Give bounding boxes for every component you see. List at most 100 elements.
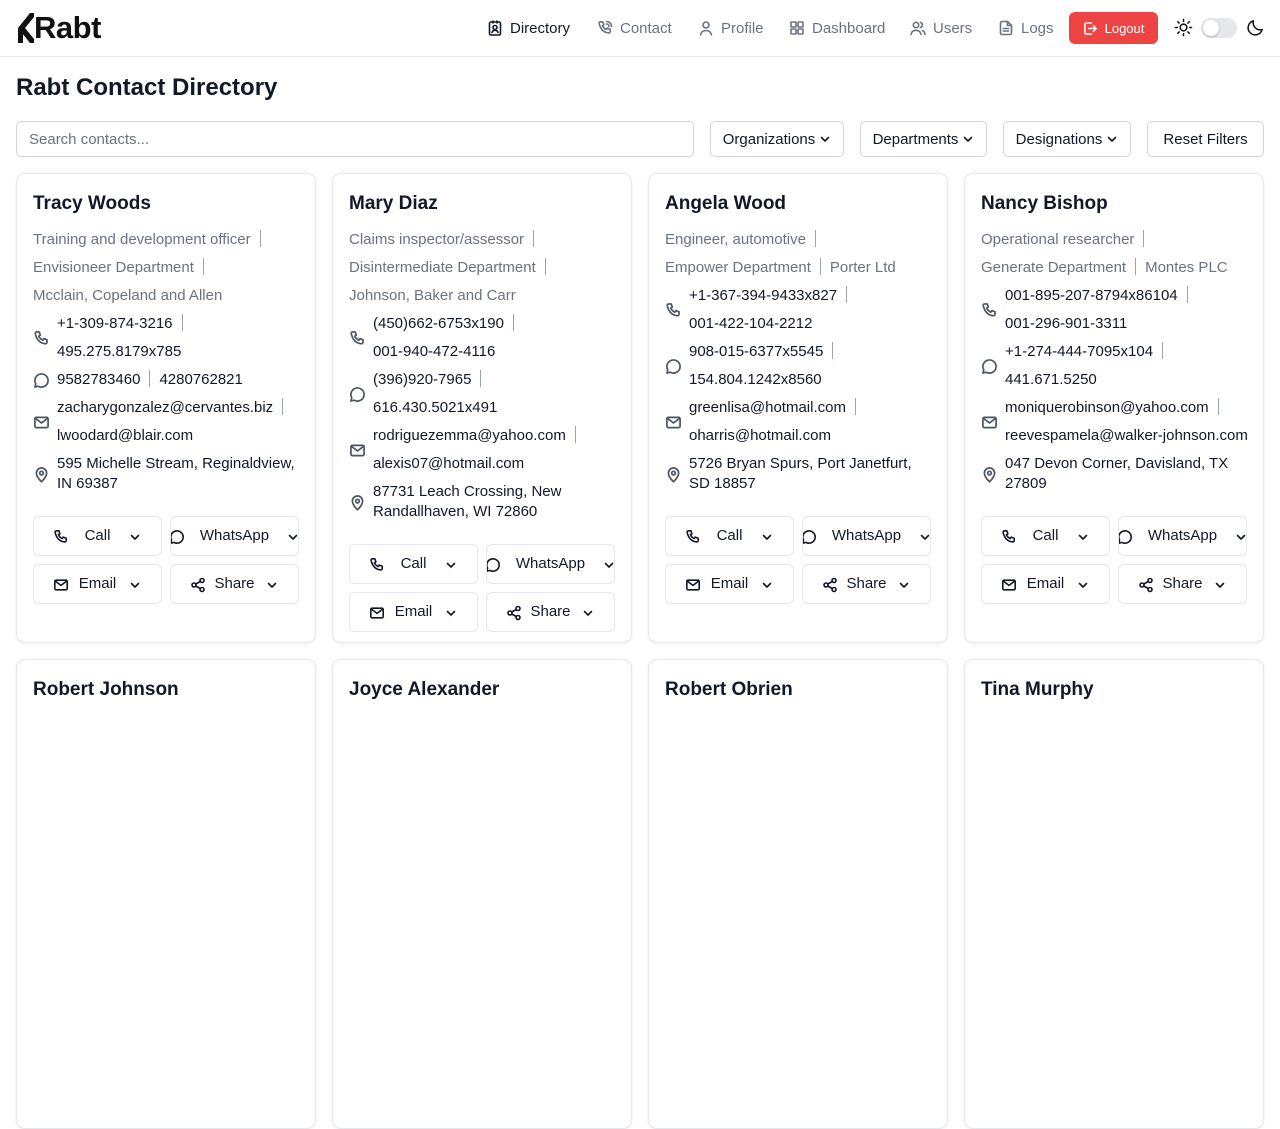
chevron-down-icon xyxy=(446,610,456,616)
separator xyxy=(533,230,535,247)
whatsapp-button[interactable]: WhatsApp xyxy=(486,544,615,584)
address-text: SD 18857 xyxy=(689,475,756,492)
share-button[interactable]: Share xyxy=(486,592,615,632)
message-circle-icon xyxy=(350,387,365,402)
separator xyxy=(854,398,856,415)
address-line[interactable]: 87731 Leach Crossing, New xyxy=(373,482,561,502)
emails-line[interactable]: lwoodard@blair.com xyxy=(57,426,193,446)
address-line[interactable]: 047 Devon Corner, Davisland, TX xyxy=(1005,454,1228,474)
nav-users-label: Users xyxy=(933,19,973,37)
separator xyxy=(512,314,514,331)
emails-line[interactable]: rodriguezemma@yahoo.com xyxy=(373,426,585,446)
chevron-down-icon xyxy=(130,582,140,588)
share-button-label: Share xyxy=(214,575,255,592)
designations-filter[interactable]: Designations xyxy=(1003,121,1131,157)
address-text: IN 69387 xyxy=(57,475,118,492)
contact-name: Robert Obrien xyxy=(665,679,793,700)
call-button-label: Call xyxy=(400,555,427,572)
address-line[interactable]: SD 18857 xyxy=(689,474,756,494)
phone-number: +1-309-874-3216 xyxy=(57,315,173,332)
separator xyxy=(814,230,816,247)
phones-line[interactable]: 001-895-207-8794x86104 xyxy=(1005,286,1197,306)
whatsapp-line[interactable]: 154.804.1242x8560 xyxy=(689,370,822,390)
emails-line[interactable]: reevespamela@walker-johnson.com xyxy=(1005,426,1248,446)
whatsapp-number: +1-274-444-7095x104 xyxy=(1005,343,1154,360)
address-line[interactable]: 27809 xyxy=(1005,474,1047,494)
contact-card: Mary Diaz Claims inspector/assessor Disint… xyxy=(332,173,632,643)
whatsapp-number: 154.804.1242x8560 xyxy=(689,371,822,388)
emails-line[interactable]: greenlisa@hotmail.com xyxy=(689,398,865,418)
email-button[interactable]: Email xyxy=(349,592,478,632)
call-button[interactable]: Call xyxy=(981,516,1110,556)
whatsapp-line[interactable]: 9582783460 4280762821 xyxy=(57,370,243,390)
separator xyxy=(1143,230,1145,247)
whatsapp-button[interactable]: WhatsApp xyxy=(170,516,299,556)
address-line[interactable]: 5726 Bryan Spurs, Port Janetfurt, xyxy=(689,454,912,474)
address-line[interactable]: 595 Michelle Stream, Reginaldview, xyxy=(57,454,295,474)
call-button[interactable]: Call xyxy=(33,516,162,556)
email-button[interactable]: Email xyxy=(33,564,162,604)
chevron-down-icon xyxy=(899,582,909,588)
nav-dashboard[interactable]: Dashboard xyxy=(789,12,885,44)
nav-users[interactable]: Users xyxy=(910,12,972,44)
emails-line[interactable]: alexis07@hotmail.com xyxy=(373,454,524,474)
rabt-logo[interactable]: Rabt xyxy=(16,10,101,45)
share-button[interactable]: Share xyxy=(170,564,299,604)
phones-line[interactable]: +1-309-874-3216 xyxy=(57,314,192,334)
emails-line[interactable]: oharris@hotmail.com xyxy=(689,426,831,446)
email-address: alexis07@hotmail.com xyxy=(373,455,525,472)
sun-icon xyxy=(1174,18,1193,37)
whatsapp-line[interactable]: 441.671.5250 xyxy=(1005,370,1097,390)
nav-logs[interactable]: Logs xyxy=(998,12,1054,44)
logout-button[interactable]: Logout xyxy=(1069,12,1158,44)
call-button[interactable]: Call xyxy=(349,544,478,584)
departments-filter-label: Departments xyxy=(872,130,959,148)
emails-line[interactable]: zacharygonzalez@cervantes.biz xyxy=(57,398,292,418)
reset-filters-button[interactable]: Reset Filters xyxy=(1147,121,1264,157)
call-button[interactable]: Call xyxy=(665,516,794,556)
call-button-label: Call xyxy=(716,527,743,544)
whatsapp-number: 616.430.5021x491 xyxy=(373,399,498,416)
whatsapp-line[interactable]: +1-274-444-7095x104 xyxy=(1005,342,1172,362)
phones-line[interactable]: (450)662-6753x190 xyxy=(373,314,523,334)
chevron-down-icon xyxy=(1236,534,1246,540)
phone-icon xyxy=(598,20,613,34)
phones-line[interactable]: +1-367-394-9433x827 xyxy=(689,286,856,306)
whatsapp-button[interactable]: WhatsApp xyxy=(802,516,931,556)
nav-contact[interactable]: Contact xyxy=(597,12,672,44)
search-input[interactable] xyxy=(16,121,694,157)
departments-filter[interactable]: Departments xyxy=(860,121,987,157)
share-button[interactable]: Share xyxy=(802,564,931,604)
email-button[interactable]: Email xyxy=(981,564,1110,604)
address-line[interactable]: IN 69387 xyxy=(57,474,118,494)
contact-meta: Mcclain, Copeland and Allen xyxy=(33,287,223,304)
contact-card: Tracy Woods Training and development offi… xyxy=(16,173,316,643)
share-button[interactable]: Share xyxy=(1118,564,1247,604)
phones-line[interactable]: 495.275.8179x785 xyxy=(57,342,181,362)
dark-mode-toggle[interactable] xyxy=(1201,18,1237,38)
phones-line[interactable]: 001-940-472-4116 xyxy=(373,342,495,362)
email-button[interactable]: Email xyxy=(665,564,794,604)
whatsapp-line[interactable]: 908-015-6377x5545 xyxy=(689,342,842,362)
contact-info-line: Johnson, Baker and Carr xyxy=(349,286,516,306)
separator xyxy=(1135,258,1137,275)
emails-line[interactable]: moniquerobinson@yahoo.com xyxy=(1005,398,1228,418)
contact-card-icon xyxy=(488,20,502,36)
whatsapp-line[interactable]: 616.430.5021x491 xyxy=(373,398,497,418)
organizations-filter[interactable]: Organizations xyxy=(710,121,844,157)
phone-icon xyxy=(666,303,680,317)
whatsapp-button[interactable]: WhatsApp xyxy=(1118,516,1247,556)
address-line[interactable]: Randallhaven, WI 72860 xyxy=(373,502,537,522)
nav-directory[interactable]: Directory xyxy=(487,12,570,44)
contact-name: Nancy Bishop xyxy=(981,193,1108,214)
phones-line[interactable]: 001-422-104-2212 xyxy=(689,314,812,334)
nav-profile[interactable]: Profile xyxy=(698,12,764,44)
separator xyxy=(480,370,482,387)
whatsapp-row: (396)920-7965 616.430.5021x491 xyxy=(349,370,619,418)
separator xyxy=(819,258,821,275)
message-circle-icon xyxy=(982,359,997,374)
phones-line[interactable]: 001-296-901-3311 xyxy=(1005,314,1127,334)
address-text: 5726 Bryan Spurs, Port Janetfurt, xyxy=(689,455,912,472)
contact-meta: Porter Ltd xyxy=(829,259,896,276)
whatsapp-line[interactable]: (396)920-7965 xyxy=(373,370,490,390)
